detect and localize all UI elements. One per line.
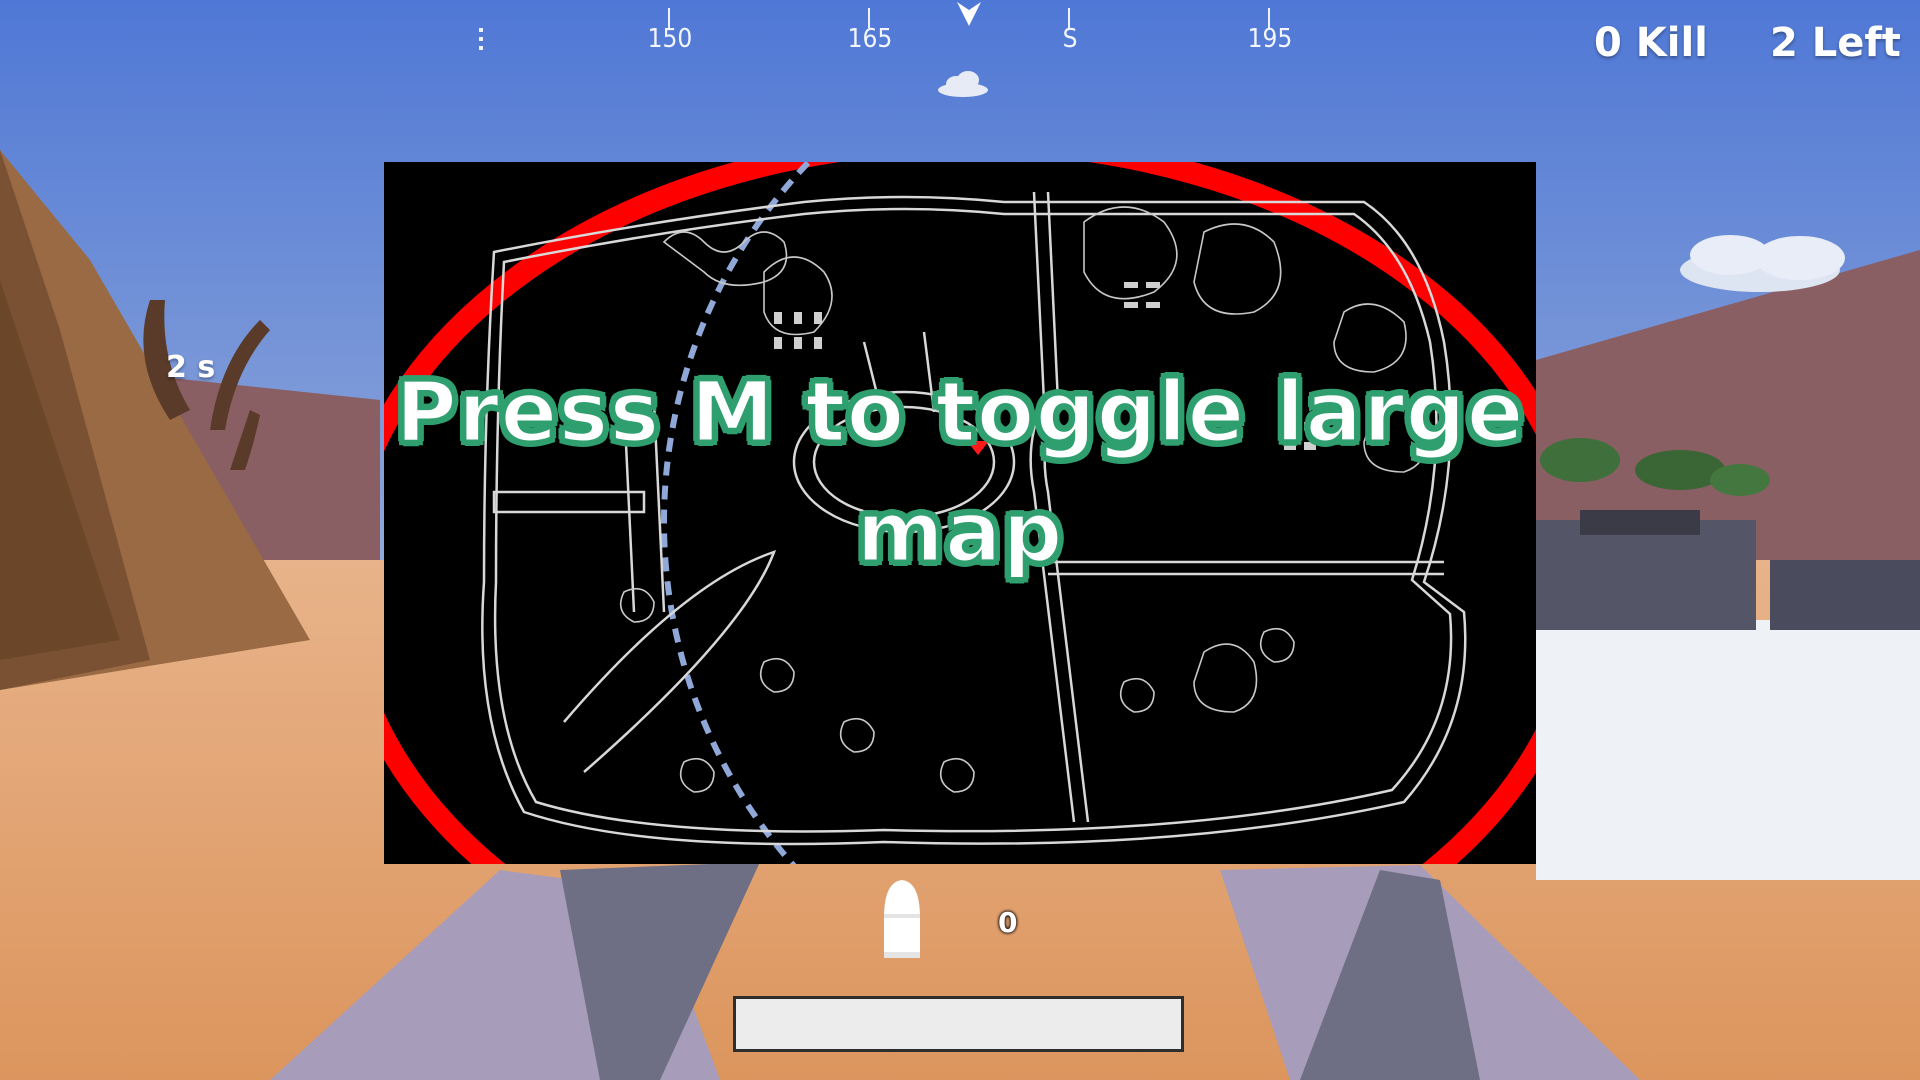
map-toggle-hint: Press M to toggle large map bbox=[394, 362, 1525, 583]
menu-icon[interactable] bbox=[478, 26, 484, 56]
compass-label-south: S bbox=[1062, 24, 1078, 54]
health-bar bbox=[733, 996, 1184, 1052]
heading-pointer-icon bbox=[957, 2, 981, 26]
cloud-icon bbox=[938, 71, 988, 97]
compass-label-165: 165 bbox=[847, 24, 893, 54]
compass-label-150: 150 bbox=[647, 24, 693, 54]
players-left-counter: 2 Left bbox=[1770, 20, 1901, 66]
ammo-count: 0 bbox=[998, 906, 1018, 939]
minimap[interactable]: Press M to toggle large map bbox=[384, 162, 1536, 864]
zone-timer: 2 s bbox=[166, 350, 216, 385]
kill-counter: 0 Kill bbox=[1594, 20, 1708, 66]
bullet-icon bbox=[884, 880, 920, 958]
compass-label-195: 195 bbox=[1247, 24, 1293, 54]
